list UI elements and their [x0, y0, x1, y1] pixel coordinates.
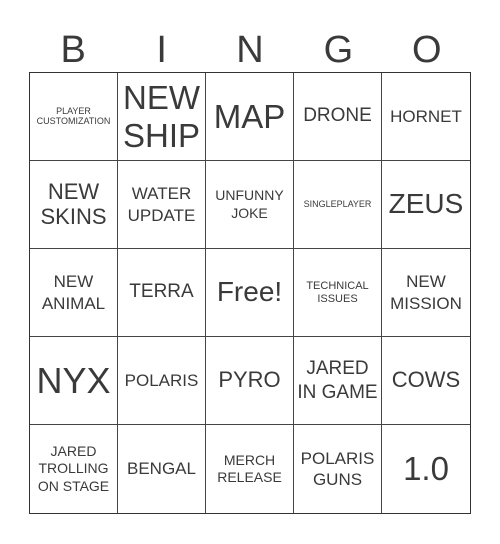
bingo-cell[interactable]: TECHNICAL ISSUES	[294, 249, 382, 337]
header-letter-o: O	[412, 29, 442, 71]
bingo-cell[interactable]: POLARIS	[118, 337, 206, 425]
header-letter-i: I	[156, 29, 167, 71]
bingo-cell[interactable]: JARED IN GAME	[294, 337, 382, 425]
bingo-cell[interactable]: MERCH RELEASE	[206, 425, 294, 513]
bingo-cell[interactable]: MAP	[206, 73, 294, 161]
bingo-header: B I N G O	[29, 28, 471, 72]
header-letter-b: B	[60, 29, 86, 71]
bingo-cell[interactable]: WATER UPDATE	[118, 161, 206, 249]
header-letter-n: N	[236, 29, 264, 71]
bingo-cell[interactable]: ZEUS	[382, 161, 470, 249]
bingo-cell[interactable]: NYX	[30, 337, 118, 425]
bingo-cell[interactable]: JARED TROLLING ON STAGE	[30, 425, 118, 513]
bingo-cell[interactable]: TERRA	[118, 249, 206, 337]
bingo-cell[interactable]: DRONE	[294, 73, 382, 161]
bingo-cell[interactable]: BENGAL	[118, 425, 206, 513]
bingo-cell[interactable]: UNFUNNY JOKE	[206, 161, 294, 249]
bingo-cell[interactable]: SINGLEPLAYER	[294, 161, 382, 249]
bingo-grid: PLAYER CUSTOMIZATION NEW SHIP MAP DRONE …	[29, 72, 471, 514]
bingo-cell[interactable]: PYRO	[206, 337, 294, 425]
bingo-cell[interactable]: COWS	[382, 337, 470, 425]
bingo-cell[interactable]: 1.0	[382, 425, 470, 513]
bingo-cell[interactable]: NEW MISSION	[382, 249, 470, 337]
bingo-cell[interactable]: HORNET	[382, 73, 470, 161]
free-space-cell[interactable]: Free!	[206, 249, 294, 337]
header-letter-g: G	[323, 29, 354, 71]
bingo-cell[interactable]: PLAYER CUSTOMIZATION	[30, 73, 118, 161]
bingo-cell[interactable]: NEW ANIMAL	[30, 249, 118, 337]
bingo-cell[interactable]: NEW SHIP	[118, 73, 206, 161]
bingo-cell[interactable]: NEW SKINS	[30, 161, 118, 249]
bingo-cell[interactable]: POLARIS GUNS	[294, 425, 382, 513]
